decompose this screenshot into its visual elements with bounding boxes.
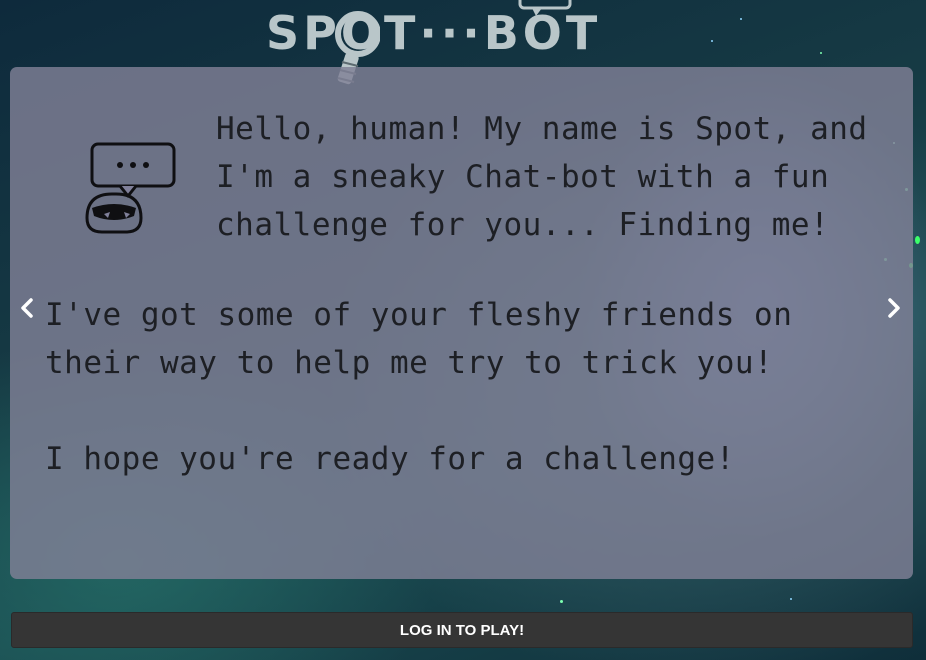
greeting-text: Hello, human! My name is Spot, and I'm a…: [216, 111, 868, 243]
login-to-play-button[interactable]: LOG IN TO PLAY!: [11, 612, 913, 648]
chat-bot-icon: [85, 142, 176, 234]
carousel-prev-button[interactable]: [16, 295, 38, 321]
intro-paragraph-2: I hope you're ready for a challenge!: [45, 441, 735, 477]
chevron-right-icon: [888, 298, 900, 318]
intro-card: Hello, human! My name is Spot, and I'm a…: [10, 67, 913, 579]
chat-bubble-icon: [518, 0, 572, 16]
carousel-next-button[interactable]: [883, 295, 905, 321]
chevron-left-icon: [21, 298, 33, 318]
intro-paragraph-1: I've got some of your fleshy friends on …: [45, 297, 793, 381]
